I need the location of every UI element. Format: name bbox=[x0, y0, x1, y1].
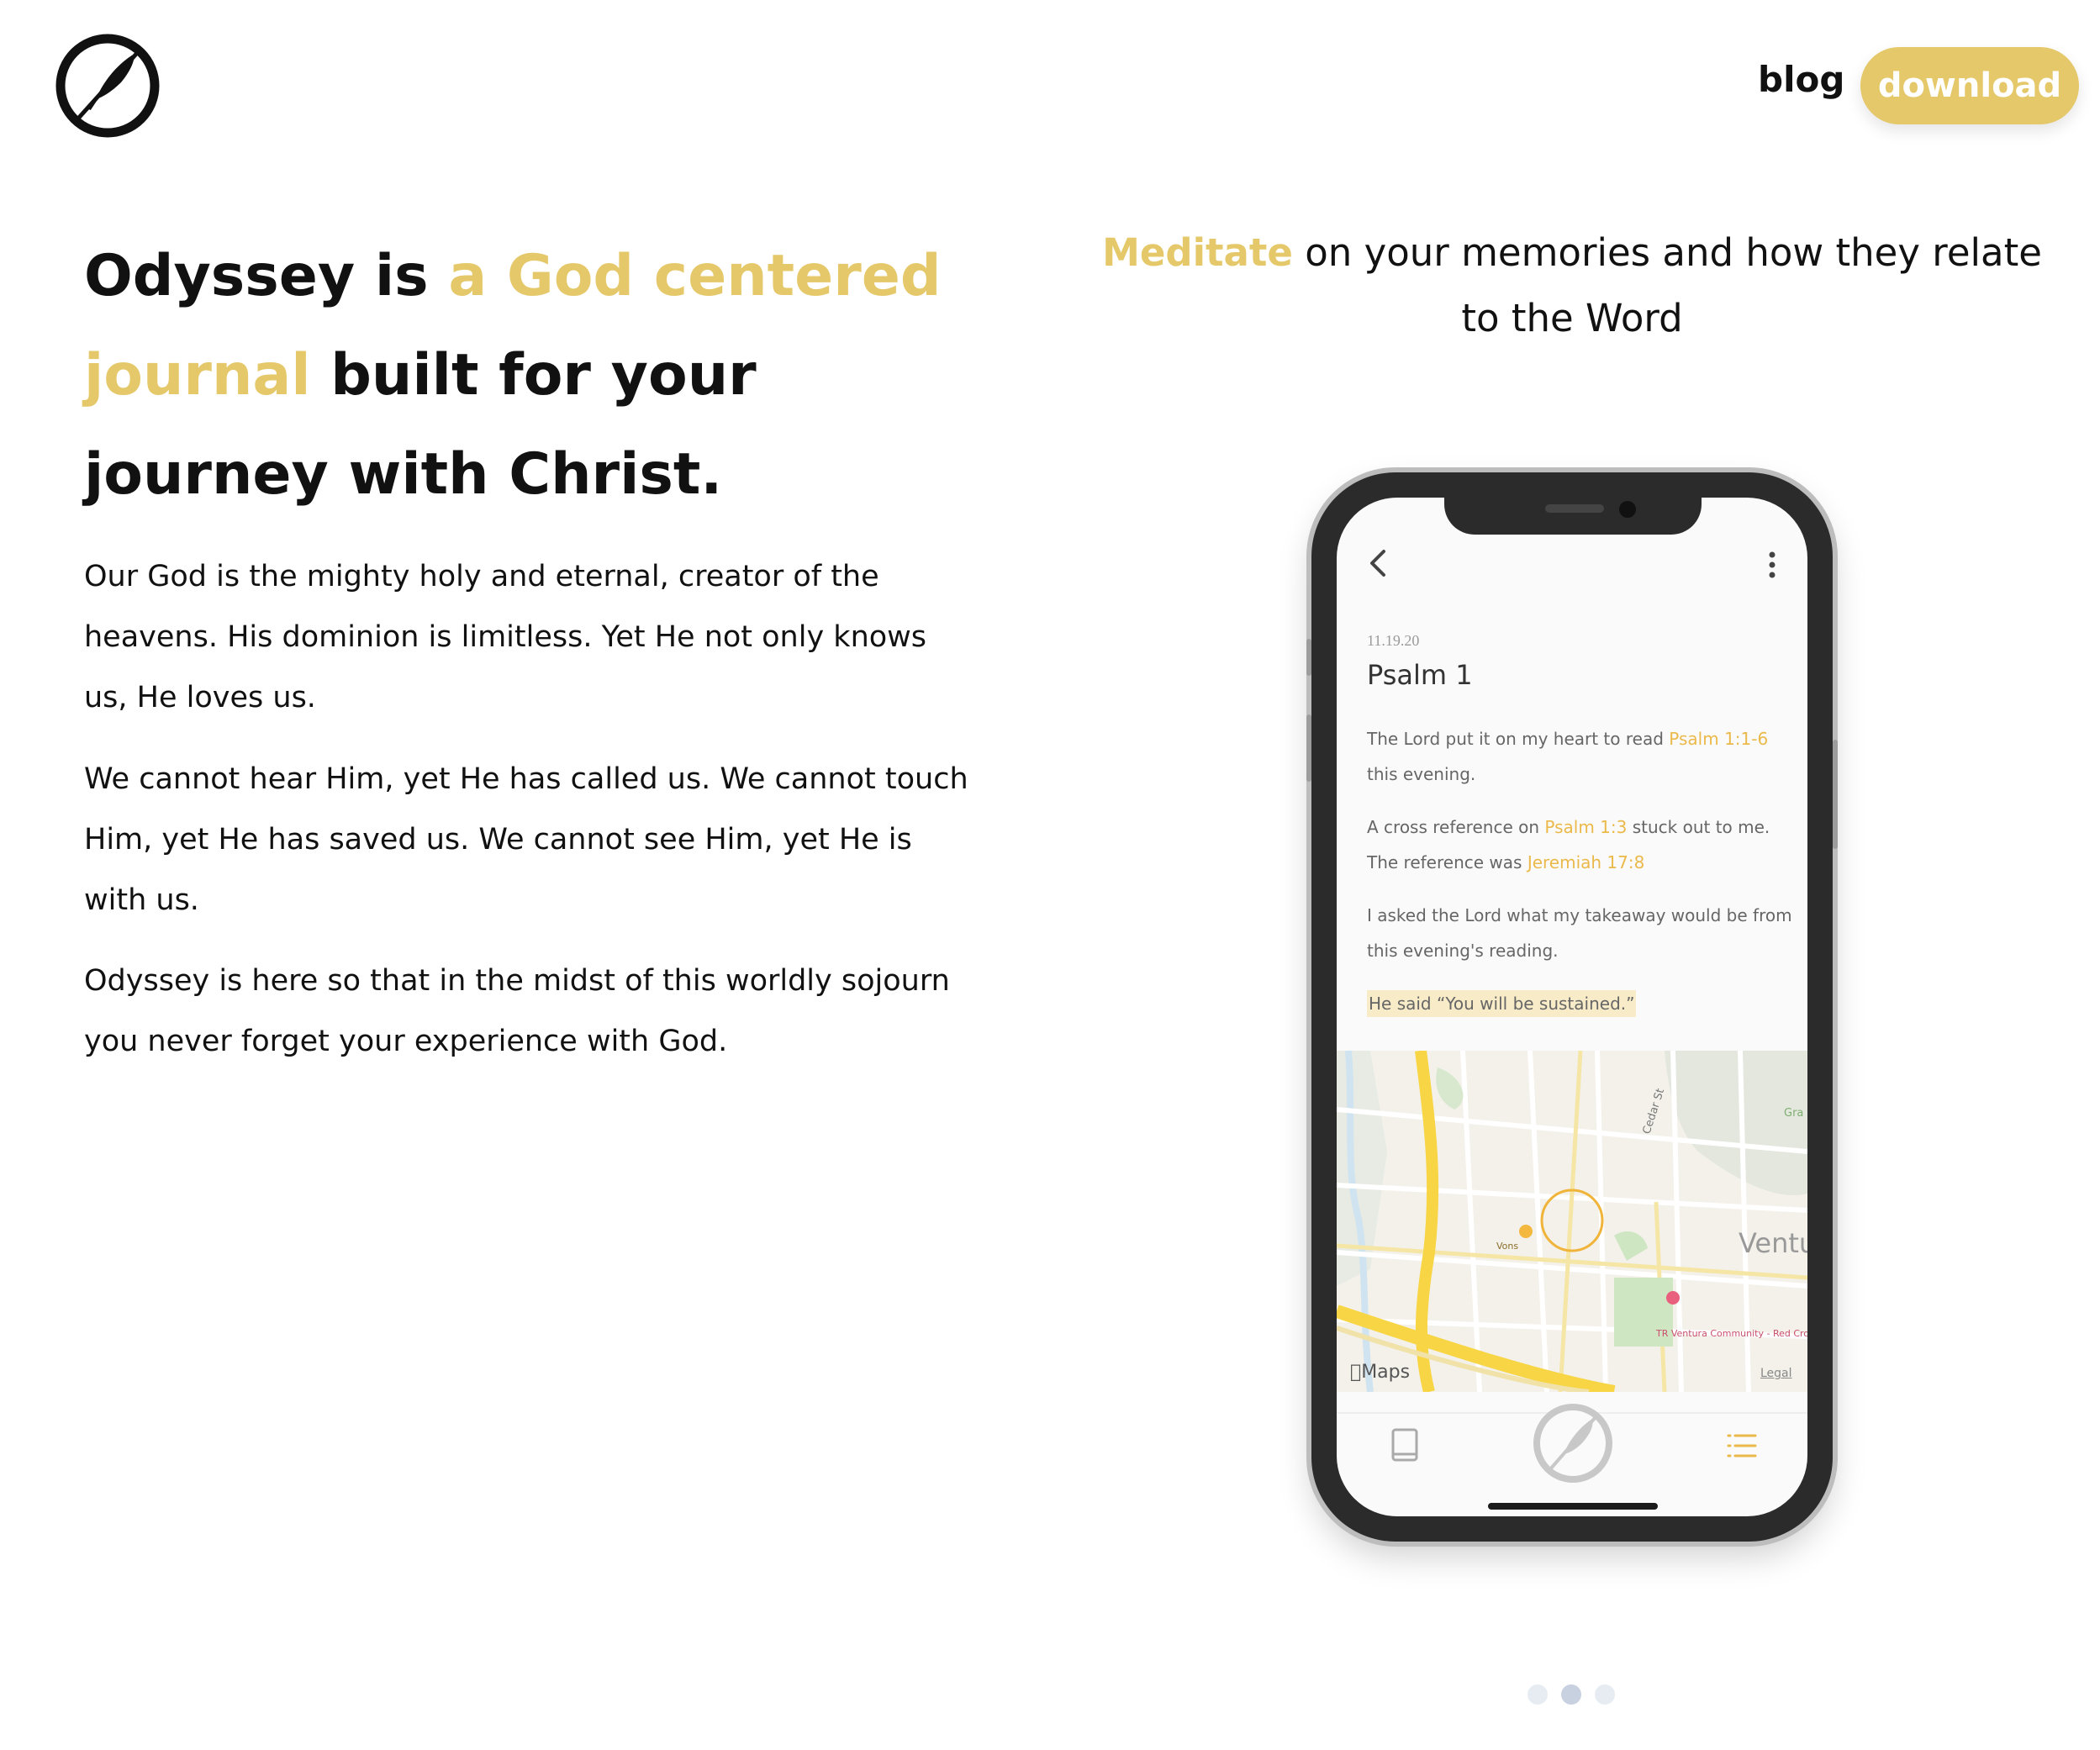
phone-volume-up bbox=[1306, 714, 1311, 782]
hero-text-part1: Odyssey is bbox=[84, 243, 449, 309]
phone-camera bbox=[1619, 501, 1636, 518]
download-button[interactable]: download bbox=[1860, 47, 2079, 124]
map-corner-label: Gra bbox=[1784, 1107, 1803, 1120]
apple-maps-label: Maps bbox=[1350, 1362, 1410, 1383]
phone-speaker bbox=[1545, 504, 1604, 513]
carousel-pagination bbox=[1528, 1684, 1615, 1705]
carousel-dot-2-active[interactable] bbox=[1561, 1684, 1581, 1705]
maps-label-text: Maps bbox=[1350, 1362, 1410, 1383]
entry-paragraph-4: He said “You will be sustained.” bbox=[1367, 986, 1796, 1021]
scripture-reference-link[interactable]: Psalm 1:3 bbox=[1544, 817, 1627, 837]
entry-paragraph-2: A cross reference on Psalm 1:3 stuck out… bbox=[1367, 809, 1796, 880]
scripture-reference-link[interactable]: Jeremiah 17:8 bbox=[1528, 852, 1645, 872]
map-legal-link[interactable]: Legal bbox=[1760, 1367, 1792, 1380]
intro-paragraph-2: We cannot hear Him, yet He has called us… bbox=[84, 762, 968, 917]
map-area-label: Ventu bbox=[1739, 1227, 1807, 1259]
phone-mute-switch bbox=[1306, 639, 1311, 676]
highlighted-entry-text: He said “You will be sustained.” bbox=[1367, 990, 1637, 1017]
carousel-dot-1[interactable] bbox=[1528, 1684, 1548, 1705]
intro-paragraph-3: Odyssey is here so that in the midst of … bbox=[84, 964, 950, 1058]
home-indicator bbox=[1488, 1503, 1658, 1510]
phone-power-button bbox=[1833, 740, 1838, 849]
book-icon[interactable] bbox=[1390, 1427, 1419, 1463]
carousel-caption: Meditate on your memories and how they r… bbox=[1093, 220, 2051, 351]
entry-text: A cross reference on bbox=[1367, 817, 1545, 837]
map-graphic: Vons TR Ventura Community - Red Cross Bl… bbox=[1337, 1051, 1807, 1392]
hero-heading: Odyssey is a God centered journal built … bbox=[84, 227, 975, 524]
odyssey-logo-icon[interactable] bbox=[54, 32, 161, 140]
nav-blog-link[interactable]: blog bbox=[1758, 59, 1844, 100]
location-map[interactable]: Vons TR Ventura Community - Red Cross Bl… bbox=[1337, 1051, 1807, 1392]
caption-accent: Meditate bbox=[1102, 230, 1293, 275]
entry-date: 11.19.20 bbox=[1367, 632, 1420, 649]
feather-logo-icon[interactable] bbox=[1532, 1402, 1614, 1484]
carousel-dot-3[interactable] bbox=[1595, 1684, 1615, 1705]
back-chevron-icon[interactable] bbox=[1364, 546, 1394, 580]
scripture-reference-link[interactable]: Psalm 1:1-6 bbox=[1669, 729, 1768, 749]
more-options-icon[interactable] bbox=[1762, 548, 1782, 582]
list-icon[interactable] bbox=[1725, 1429, 1759, 1463]
intro-paragraph-1: Our God is the mighty holy and eternal, … bbox=[84, 560, 927, 714]
entry-text: The Lord put it on my heart to read bbox=[1367, 729, 1670, 749]
caption-rest: on your memories and how they relate to … bbox=[1292, 230, 2042, 340]
entry-title: Psalm 1 bbox=[1367, 659, 1473, 691]
entry-paragraph-3: I asked the Lord what my takeaway would … bbox=[1367, 905, 1792, 961]
entry-text: this evening. bbox=[1367, 764, 1476, 784]
entry-paragraph-1: The Lord put it on my heart to read Psal… bbox=[1367, 721, 1796, 792]
map-event-label: TR Ventura Community - Red Cross Blood D… bbox=[1655, 1328, 1807, 1339]
map-poi-label: Vons bbox=[1496, 1241, 1518, 1252]
